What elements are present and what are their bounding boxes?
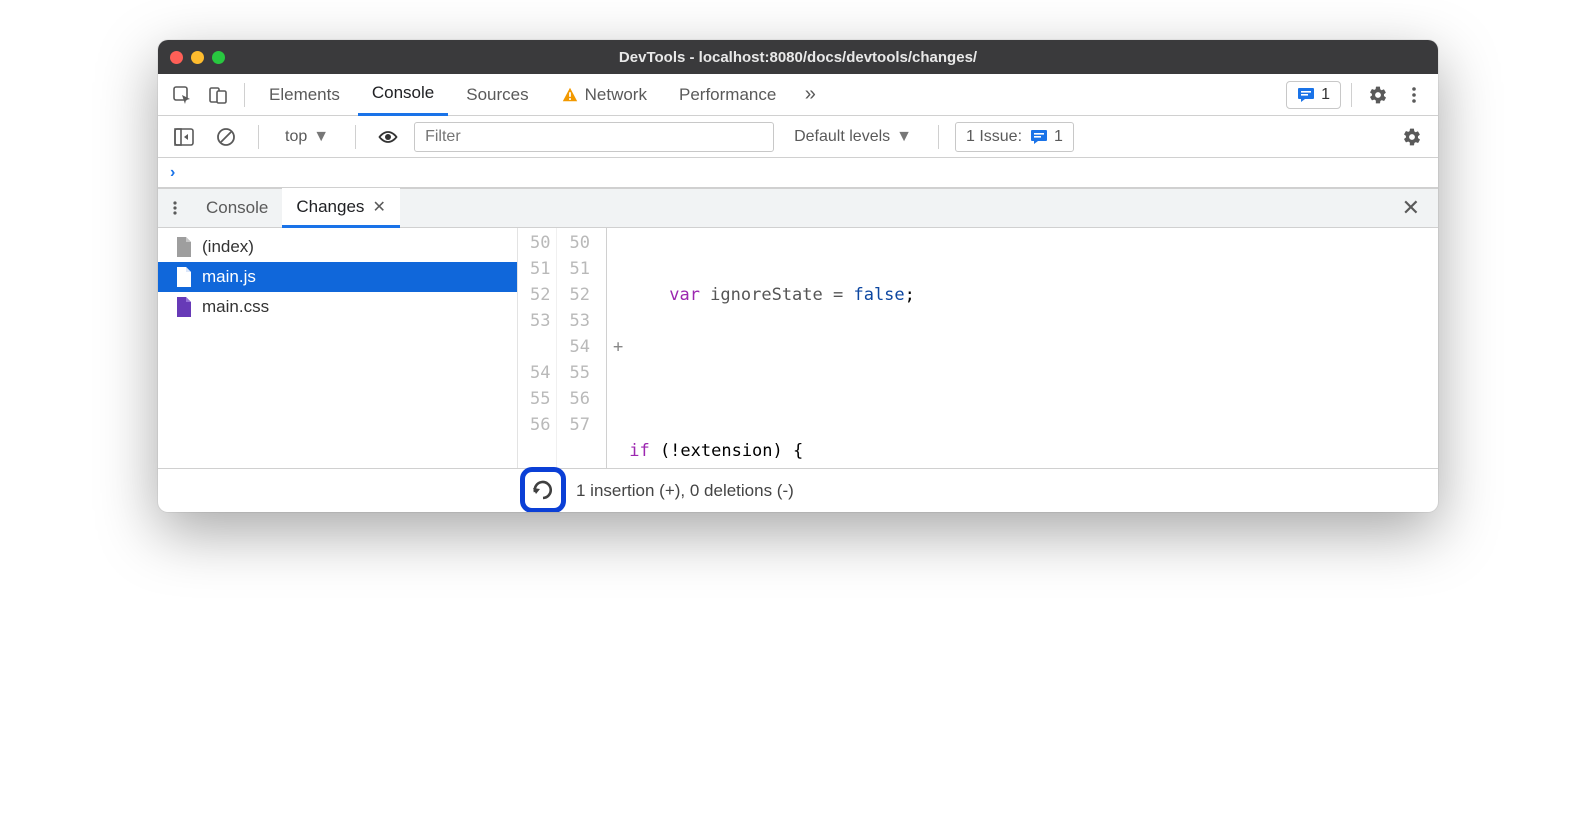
close-drawer-icon[interactable]: ✕ bbox=[1394, 195, 1428, 221]
kebab-menu-icon[interactable] bbox=[1398, 79, 1430, 111]
filter-textfield[interactable] bbox=[425, 128, 763, 146]
separator bbox=[355, 125, 356, 149]
drawer-tab-console[interactable]: Console bbox=[192, 188, 282, 228]
issues-count: 1 bbox=[1054, 128, 1063, 146]
traffic-lights bbox=[170, 51, 225, 64]
window-title: DevTools - localhost:8080/docs/devtools/… bbox=[158, 49, 1438, 66]
log-levels-selector[interactable]: Default levels ▼ bbox=[784, 122, 922, 152]
tree-item-label: main.css bbox=[202, 297, 269, 317]
issues-label: 1 Issue: bbox=[966, 128, 1022, 146]
clear-console-icon[interactable] bbox=[210, 121, 242, 153]
tab-performance-label: Performance bbox=[679, 85, 776, 105]
more-tabs-icon[interactable]: » bbox=[794, 79, 826, 111]
drawer-tab-console-label: Console bbox=[206, 198, 268, 218]
tab-sources-label: Sources bbox=[466, 85, 528, 105]
context-label: top bbox=[285, 128, 307, 146]
changed-files-tree: (index) main.js main.css bbox=[158, 228, 518, 468]
devtools-window: DevTools - localhost:8080/docs/devtools/… bbox=[158, 40, 1438, 512]
execution-context-selector[interactable]: top ▼ bbox=[275, 122, 339, 152]
issues-count: 1 bbox=[1321, 86, 1330, 104]
gutter-sign: + bbox=[607, 228, 629, 468]
live-expression-icon[interactable] bbox=[372, 121, 404, 153]
levels-label: Default levels bbox=[794, 128, 890, 146]
issues-counter[interactable]: 1 bbox=[1286, 81, 1341, 109]
console-prompt[interactable]: › bbox=[158, 158, 1438, 188]
issues-button[interactable]: 1 Issue: 1 bbox=[955, 122, 1074, 152]
file-icon bbox=[176, 297, 192, 317]
titlebar: DevTools - localhost:8080/docs/devtools/… bbox=[158, 40, 1438, 74]
tree-item-label: main.js bbox=[202, 267, 256, 287]
tree-item-label: (index) bbox=[202, 237, 254, 257]
separator bbox=[938, 125, 939, 149]
chevron-down-icon: ▼ bbox=[313, 128, 329, 146]
inspect-element-icon[interactable] bbox=[166, 79, 198, 111]
drawer-tab-changes[interactable]: Changes ✕ bbox=[282, 188, 399, 228]
tab-elements[interactable]: Elements bbox=[255, 74, 354, 116]
gutter-new: 50 51 52 53 54 55 56 57 bbox=[557, 228, 606, 468]
minimize-window-button[interactable] bbox=[191, 51, 204, 64]
changes-footer: 1 insertion (+), 0 deletions (-) bbox=[158, 468, 1438, 512]
tree-item-mainjs[interactable]: main.js bbox=[158, 262, 517, 292]
warning-icon bbox=[561, 86, 579, 104]
diff-view: 50 51 52 53 54 55 56 50 51 52 53 54 55 5… bbox=[518, 228, 1438, 468]
separator bbox=[1351, 83, 1352, 107]
revert-highlight bbox=[520, 467, 566, 512]
gutter-old: 50 51 52 53 54 55 56 bbox=[518, 228, 557, 468]
drawer-tabstrip: Console Changes ✕ ✕ bbox=[158, 188, 1438, 228]
device-toolbar-icon[interactable] bbox=[202, 79, 234, 111]
tab-sources[interactable]: Sources bbox=[452, 74, 542, 116]
file-icon bbox=[176, 237, 192, 257]
filter-input[interactable] bbox=[414, 122, 774, 152]
settings-icon[interactable] bbox=[1362, 79, 1394, 111]
separator bbox=[244, 83, 245, 107]
prompt-caret-icon: › bbox=[170, 164, 175, 182]
tab-elements-label: Elements bbox=[269, 85, 340, 105]
tab-network-label: Network bbox=[585, 85, 647, 105]
message-icon bbox=[1297, 87, 1315, 103]
tab-performance[interactable]: Performance bbox=[665, 74, 790, 116]
diff-code[interactable]: var ignoreState = false; if (!extension)… bbox=[629, 228, 1438, 468]
separator bbox=[258, 125, 259, 149]
revert-changes-icon[interactable] bbox=[531, 480, 555, 500]
chevron-down-icon: ▼ bbox=[896, 128, 912, 146]
changes-panel: (index) main.js main.css 50 51 52 53 54 … bbox=[158, 228, 1438, 468]
tree-item-index[interactable]: (index) bbox=[158, 232, 517, 262]
diff-summary: 1 insertion (+), 0 deletions (-) bbox=[576, 481, 794, 501]
close-tab-icon[interactable]: ✕ bbox=[372, 197, 385, 217]
tree-item-maincss[interactable]: main.css bbox=[158, 292, 517, 322]
file-icon bbox=[176, 267, 192, 287]
console-toolbar: top ▼ Default levels ▼ 1 Issue: 1 bbox=[158, 116, 1438, 158]
message-icon bbox=[1030, 129, 1048, 145]
drawer-tab-changes-label: Changes bbox=[296, 197, 364, 217]
tab-console[interactable]: Console bbox=[358, 74, 448, 116]
main-tabstrip: Elements Console Sources Network Perform… bbox=[158, 74, 1438, 116]
console-settings-icon[interactable] bbox=[1396, 121, 1428, 153]
tab-console-label: Console bbox=[372, 83, 434, 103]
tab-network[interactable]: Network bbox=[547, 74, 661, 116]
console-sidebar-toggle-icon[interactable] bbox=[168, 121, 200, 153]
close-window-button[interactable] bbox=[170, 51, 183, 64]
drawer-menu-icon[interactable] bbox=[158, 200, 192, 216]
zoom-window-button[interactable] bbox=[212, 51, 225, 64]
